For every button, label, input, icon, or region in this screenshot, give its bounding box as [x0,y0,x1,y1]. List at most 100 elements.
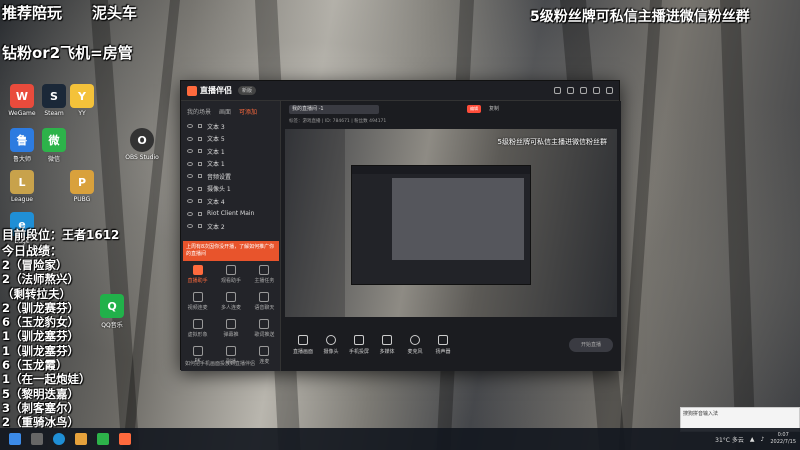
record-item: 1（驯龙塞芬） [2,343,80,358]
copy-button[interactable]: 复制 [489,105,499,112]
volume-icon[interactable]: ♪ [761,436,765,443]
record-item: 2（冒险家） [2,258,68,272]
overlay-recommend: 推荐陪玩 [2,4,63,22]
lock-icon[interactable] [198,224,202,229]
eye-icon[interactable] [187,186,193,191]
preview-overlay-text: 5级粉丝牌可私信主播进微信粉丝群 [497,138,607,146]
wechat-icon[interactable] [97,433,109,445]
edge-icon[interactable] [53,433,65,445]
scene-item[interactable]: 文本 2 [181,220,280,233]
pubg-icon: P [70,170,94,194]
live-room-name[interactable]: 我的直播间 -1 [289,105,379,114]
scene-item[interactable]: 文本 3 [181,120,280,133]
network-icon[interactable]: ▲ [750,436,755,443]
overlay-fan-badge: 5级粉丝牌可私信主播进微信粉丝群 [530,9,750,25]
tool-watch-assistant[interactable]: 观看助手 [214,265,247,284]
start-live-button[interactable]: 开始直播 [569,338,613,352]
scene-item[interactable]: 文本 1 [181,145,280,158]
scene-item[interactable]: 文本 1 [181,158,280,171]
tool-multi-link[interactable]: 多人连麦 [214,292,247,311]
source-camera-button[interactable]: 摄像头 [317,335,345,355]
weather-widget[interactable]: 31°C 多云 [715,435,744,444]
lyrics-icon [259,319,270,329]
desktop-icon-pubg[interactable]: P PUBG [60,170,104,203]
lock-icon[interactable] [198,199,202,204]
lock-icon[interactable] [198,161,202,166]
tool-tasks[interactable]: 主播任务 [248,265,281,284]
league-icon: L [10,170,34,194]
source-screen-button[interactable]: 直播画面 [289,335,317,355]
mail-icon[interactable] [567,87,574,94]
live-meta: 标签：游戏直播 | ID: 784671 | 粉丝数 494171 [289,119,387,124]
clock[interactable]: 0:07 2022/7/15 [770,432,796,446]
lock-icon[interactable] [198,211,202,216]
tool-live-assistant[interactable]: 直播助手 [181,265,214,284]
subhost-icon [225,346,236,356]
tool-danmaku[interactable]: 弹幕推 [214,319,247,338]
desktop-icon-obs[interactable]: O OBS Studio [120,128,164,161]
tool-lyrics[interactable]: 歌词推送 [248,319,281,338]
scene-item[interactable]: 文本 5 [181,133,280,146]
promo-tip[interactable]: 上周有8次因你没开播，了解如何推广你的直播间 [183,241,279,261]
eye-icon[interactable] [187,136,193,141]
eye-icon[interactable] [187,174,193,179]
tool-video-link[interactable]: 视频连麦 [181,292,214,311]
lock-icon[interactable] [198,174,202,179]
link-icon [259,346,270,356]
lock-icon[interactable] [198,149,202,154]
speaker-button[interactable]: 扬声器 [429,335,457,355]
scene-item[interactable]: 音频设置 [181,170,280,183]
version-badge[interactable]: 新版 [238,86,257,95]
record-item: 1（驯龙塞芬） [2,329,80,344]
overlay-mudtruck: 泥头车 [92,4,138,22]
tool-avatar[interactable]: 虚拟形象 [181,319,214,338]
app-titlebar[interactable]: 直播伴侣 新版 [181,81,619,101]
lock-icon[interactable] [198,136,202,141]
maximize-icon[interactable] [593,87,600,94]
desktop-icon-yy[interactable]: Y YY [60,84,104,117]
streaming-app-window[interactable]: 直播伴侣 新版 我的场景 画面 可添加 文本 3 文本 5 文本 1 文本 1 … [180,80,621,371]
settings-icon[interactable] [554,87,561,94]
mic-button[interactable]: 麦克风 [401,335,429,355]
scene-item[interactable]: Riot Client Main [181,208,280,221]
lock-icon[interactable] [198,124,202,129]
source-media-button[interactable]: 多媒体 [373,335,401,355]
assistant-icon [192,265,203,275]
desktop-icon-wechat[interactable]: 微微信 [32,128,76,163]
record-item: 2（法师熬兴） [2,272,80,287]
preview-nested-window [351,165,531,285]
eye-icon[interactable] [187,211,193,216]
speaker-icon [438,335,448,345]
app-logo-icon [187,85,197,96]
main-area: 我的直播间 -1 编辑 复制 标签：游戏直播 | ID: 784671 | 粉丝… [281,101,621,371]
scene-item[interactable]: 文本 4 [181,195,280,208]
tool-voice-chat[interactable]: 语音聊天 [248,292,281,311]
desktop-icon-league[interactable]: L League [0,170,44,203]
eye-icon[interactable] [187,224,193,229]
phone-cast-tip[interactable]: 如何把手机画面投放到直播伴侣 [185,360,255,367]
source-phone-button[interactable]: 手机投屏 [345,335,373,355]
eye-icon[interactable] [187,149,193,154]
eye-icon[interactable] [187,161,193,166]
close-icon[interactable] [606,87,613,94]
overlay-record-list: 2（冒险家） 2（法师熬兴） （剩转拉夫） 2（驯龙赛芬） 6（玉龙豹女） 1（… [2,258,91,430]
eye-icon[interactable] [187,199,193,204]
wegame-icon: W [10,84,34,108]
minimize-icon[interactable] [580,87,587,94]
folder-icon[interactable] [75,433,87,445]
stream-preview[interactable]: 5级粉丝牌可私信主播进微信粉丝群 [285,129,617,317]
tab-add[interactable]: 可添加 [239,107,257,116]
live-app-icon[interactable] [119,433,131,445]
lock-icon[interactable] [198,186,202,191]
tool-grid: 直播助手 观看助手 主播任务 视频连麦 多人连麦 语音聊天 虚拟形象 弹幕推 歌… [181,265,281,365]
tab-my-scenes[interactable]: 我的场景 [187,107,211,116]
tab-canvas[interactable]: 画面 [219,107,231,116]
edit-button[interactable]: 编辑 [467,105,481,113]
system-tray: 31°C 多云 ▲ ♪ 0:07 2022/7/15 [715,432,796,446]
search-icon[interactable] [31,433,43,445]
scene-item[interactable]: 摄像头 1 [181,183,280,196]
start-icon[interactable] [9,433,21,445]
desktop-icon-qqmusic[interactable]: Q QQ音乐 [90,294,134,329]
eye-icon[interactable] [187,124,193,129]
clock-date: 2022/7/15 [770,439,796,445]
